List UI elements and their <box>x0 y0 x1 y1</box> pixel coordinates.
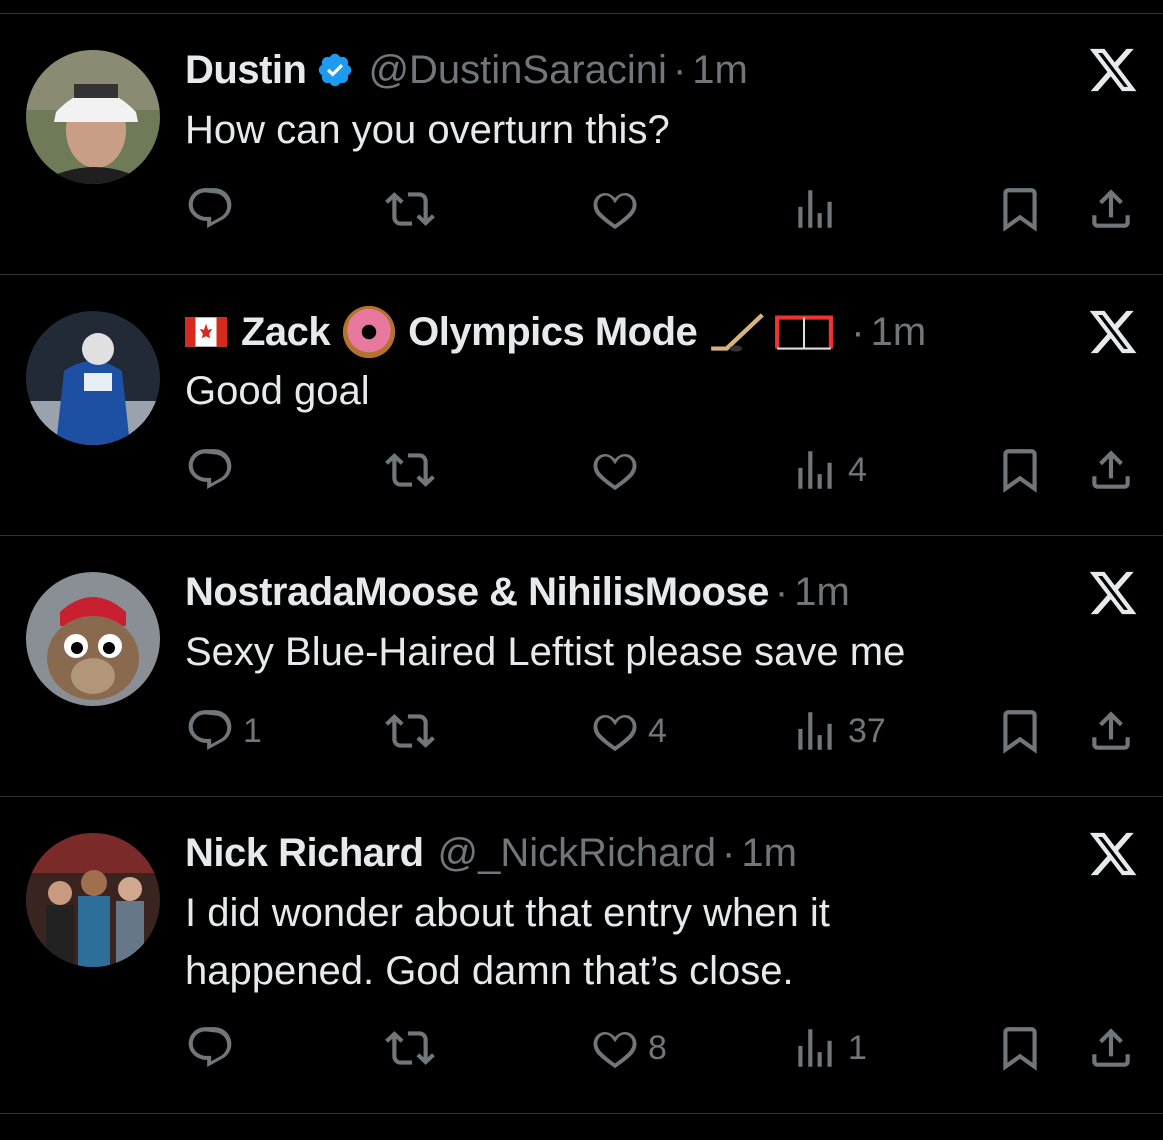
reply-tweet[interactable]: Zack Olympics Mode · 1m Good goal 4 <box>0 275 1163 535</box>
bookmark-button[interactable] <box>995 701 1045 761</box>
timestamp[interactable]: 1m <box>692 44 748 96</box>
verified-badge-icon <box>319 53 352 87</box>
reply-tweet[interactable]: Nick Richard @_NickRichard · 1m I did wo… <box>0 797 1163 1113</box>
tweet-text: Sexy Blue-Haired Leftist please save me <box>185 630 906 674</box>
bookmark-button[interactable] <box>995 179 1045 239</box>
like-button[interactable] <box>590 179 648 239</box>
reply-button[interactable] <box>185 179 243 239</box>
like-count: 4 <box>648 711 667 750</box>
avatar[interactable] <box>26 833 160 967</box>
timestamp[interactable]: 1m <box>871 306 927 358</box>
reply-button[interactable] <box>185 1018 243 1078</box>
retweet-icon <box>385 453 435 487</box>
action-bar: 8 1 <box>185 1018 1145 1078</box>
tweet-text: How can you overturn this? <box>185 108 670 152</box>
tweet-header: NostradaMoose & NihilisMoose · 1m <box>185 566 850 618</box>
x-logo-icon <box>1089 48 1137 92</box>
share-icon <box>1092 450 1130 489</box>
views-button[interactable]: 1 <box>790 1018 867 1078</box>
doughnut-icon <box>343 305 396 359</box>
goal-net-icon <box>775 315 834 350</box>
views-count: 1 <box>848 1028 867 1067</box>
x-logo-icon <box>1089 571 1137 615</box>
action-bar: 1 4 37 <box>185 701 1145 761</box>
retweet-icon <box>385 192 435 226</box>
bookmark-icon <box>1003 710 1037 754</box>
display-name[interactable]: NostradaMoose & NihilisMoose <box>185 566 769 618</box>
views-count: 37 <box>848 711 886 750</box>
share-icon <box>1092 1028 1130 1067</box>
display-name[interactable]: Zack <box>241 306 331 358</box>
retweet-icon <box>385 1031 435 1065</box>
display-name[interactable]: Dustin <box>185 44 307 96</box>
separator: · <box>722 831 736 875</box>
tweet-text: I did wonder about that entry when it ha… <box>185 891 830 993</box>
avatar[interactable] <box>26 50 160 184</box>
separator: · <box>774 570 789 614</box>
tweet-header: Dustin @DustinSaracini · 1m <box>185 44 748 96</box>
like-icon <box>593 1031 637 1069</box>
like-icon <box>593 714 637 752</box>
tweet-header: Nick Richard @_NickRichard · 1m <box>185 827 797 879</box>
like-icon <box>593 192 637 230</box>
share-button[interactable] <box>1086 179 1136 239</box>
reply-tweet[interactable]: Dustin @DustinSaracini · 1m How can you … <box>0 0 1163 274</box>
display-name[interactable]: Nick Richard <box>185 827 424 879</box>
like-button[interactable]: 8 <box>590 1018 667 1078</box>
views-icon <box>798 1029 832 1067</box>
action-bar: 4 <box>185 440 1145 500</box>
separator: · <box>851 310 865 354</box>
reply-icon <box>188 710 232 751</box>
display-name-suffix[interactable]: Olympics Mode <box>408 306 698 358</box>
retweet-button[interactable] <box>385 701 443 761</box>
tweet-text: Good goal <box>185 369 370 413</box>
retweet-button[interactable] <box>385 440 443 500</box>
views-button[interactable]: 37 <box>790 701 886 761</box>
x-logo-icon <box>1089 310 1137 354</box>
views-button[interactable]: 4 <box>790 440 867 500</box>
bookmark-button[interactable] <box>995 1018 1045 1078</box>
views-icon <box>798 451 832 489</box>
like-count: 8 <box>648 1028 667 1067</box>
bookmark-button[interactable] <box>995 440 1045 500</box>
reply-button[interactable] <box>185 440 243 500</box>
divider <box>0 1113 1163 1114</box>
share-button[interactable] <box>1086 701 1136 761</box>
views-count: 4 <box>848 450 867 489</box>
separator: · <box>672 48 687 92</box>
reply-count: 1 <box>243 711 262 750</box>
share-button[interactable] <box>1086 1018 1136 1078</box>
avatar[interactable] <box>26 311 160 445</box>
bookmark-icon <box>1003 1027 1037 1071</box>
views-icon <box>798 190 832 228</box>
bookmark-icon <box>1003 449 1037 493</box>
handle[interactable]: @DustinSaracini <box>368 44 667 96</box>
canada-flag-icon <box>185 317 227 347</box>
share-icon <box>1092 711 1130 750</box>
views-icon <box>798 712 832 750</box>
tweet-header: Zack Olympics Mode · 1m <box>185 305 927 359</box>
retweet-button[interactable] <box>385 1018 443 1078</box>
reply-icon <box>188 1027 232 1068</box>
like-icon <box>593 453 637 491</box>
like-button[interactable] <box>590 440 648 500</box>
reply-icon <box>188 188 232 229</box>
timestamp[interactable]: 1m <box>741 827 797 879</box>
timestamp[interactable]: 1m <box>794 566 850 618</box>
reply-tweet[interactable]: NostradaMoose & NihilisMoose · 1m Sexy B… <box>0 536 1163 796</box>
views-button[interactable] <box>790 179 848 239</box>
like-button[interactable]: 4 <box>590 701 667 761</box>
avatar[interactable] <box>26 572 160 706</box>
retweet-button[interactable] <box>385 179 443 239</box>
x-logo-icon <box>1089 832 1137 876</box>
handle[interactable]: @_NickRichard <box>438 827 716 879</box>
action-bar <box>185 179 1145 239</box>
bookmark-icon <box>1003 188 1037 232</box>
reply-button[interactable]: 1 <box>185 701 262 761</box>
retweet-icon <box>385 714 435 748</box>
share-button[interactable] <box>1086 440 1136 500</box>
share-icon <box>1092 189 1130 228</box>
hockey-stick-icon <box>711 313 765 352</box>
reply-icon <box>188 449 232 490</box>
